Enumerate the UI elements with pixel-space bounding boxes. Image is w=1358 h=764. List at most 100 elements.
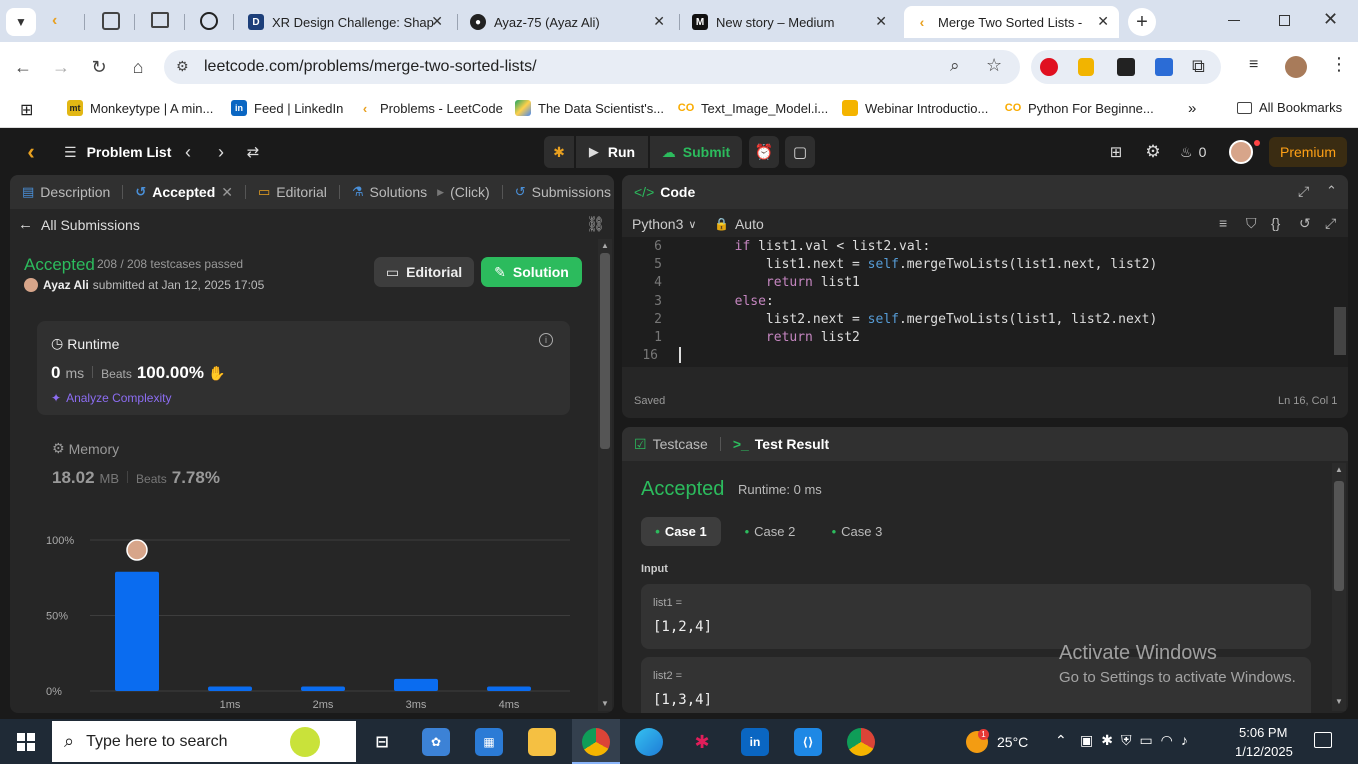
- code-line[interactable]: if list1.val < list2.val:: [672, 239, 931, 254]
- tab-test-result[interactable]: >_ Test Result: [733, 436, 829, 452]
- code-line[interactable]: return list2: [672, 330, 860, 345]
- linkedin-icon[interactable]: in: [741, 728, 769, 756]
- chart-bar[interactable]: [208, 686, 252, 691]
- bookmark-star-icon[interactable]: ☆: [986, 55, 1002, 76]
- problem-list-button[interactable]: ☰ Problem List: [64, 141, 171, 163]
- minimize-icon[interactable]: [1228, 20, 1240, 21]
- scroll-thumb[interactable]: [1334, 481, 1344, 591]
- notifications-icon[interactable]: [1314, 732, 1332, 748]
- bookmark-linkedin[interactable]: in Feed | LinkedIn: [231, 100, 343, 116]
- file-explorer-icon[interactable]: [528, 728, 556, 756]
- notes-icon[interactable]: ▢: [785, 136, 815, 168]
- debug-button[interactable]: ✱: [544, 136, 574, 168]
- tab-medium[interactable]: M New story – Medium ✕: [682, 6, 897, 38]
- pinned-tab-1[interactable]: [102, 12, 120, 30]
- solution-button[interactable]: ✎ Solution: [481, 257, 582, 287]
- code-line[interactable]: return list1: [672, 275, 860, 290]
- chart-bar[interactable]: [487, 686, 531, 691]
- code-line[interactable]: else:: [672, 294, 774, 309]
- store-icon[interactable]: ▦: [475, 728, 503, 756]
- scroll-down-icon[interactable]: ▼: [1335, 697, 1343, 706]
- menu-icon[interactable]: ⋮: [1330, 54, 1348, 75]
- weather-temp[interactable]: 25°C: [997, 734, 1028, 750]
- pinned-tab-leetcode[interactable]: ‹: [52, 12, 70, 30]
- streak-counter[interactable]: ♨ 0: [1180, 141, 1206, 163]
- url-text[interactable]: leetcode.com/problems/merge-two-sorted-l…: [204, 58, 537, 76]
- all-bookmarks[interactable]: All Bookmarks: [1237, 100, 1342, 115]
- taskbar-search-box[interactable]: ⌕ Type here to search: [52, 721, 356, 762]
- next-problem-icon[interactable]: ›: [213, 141, 229, 163]
- chrome-icon[interactable]: [582, 728, 610, 756]
- tab-leetcode-active[interactable]: ‹ Merge Two Sorted Lists - ✕: [904, 6, 1119, 38]
- editorial-button[interactable]: ▭ Editorial: [374, 257, 474, 287]
- close-icon[interactable]: ✕: [221, 184, 233, 201]
- fullscreen-icon[interactable]: ⤢: [1325, 215, 1336, 232]
- vscode-icon[interactable]: ⟨⟩: [794, 728, 822, 756]
- scroll-up-icon[interactable]: ▲: [601, 241, 609, 250]
- scroll-down-icon[interactable]: ▼: [601, 699, 609, 708]
- new-tab-button[interactable]: +: [1128, 8, 1156, 36]
- tab-submissions[interactable]: ↺ Submissions: [515, 184, 611, 200]
- case-tab-1[interactable]: • Case 1: [641, 517, 721, 546]
- case-tab-3[interactable]: • Case 3: [817, 517, 897, 546]
- scroll-thumb[interactable]: [600, 253, 610, 449]
- bookmark-monkeytype[interactable]: mt Monkeytype | A min...: [67, 100, 213, 116]
- tray-icons[interactable]: ▣✱⛨▭◠♪: [1080, 732, 1196, 749]
- window-close-icon[interactable]: ✕: [1323, 9, 1338, 30]
- language-select[interactable]: Python3 ∨: [632, 216, 696, 232]
- tab-solutions[interactable]: ⚗ Solutions: [352, 184, 427, 200]
- share-link-icon[interactable]: ⛓: [586, 215, 605, 233]
- reset-icon[interactable]: ↺: [1299, 215, 1311, 232]
- tab-editorial[interactable]: ▭ Editorial: [258, 184, 327, 200]
- left-scrollbar[interactable]: ▲ ▼: [598, 239, 612, 711]
- analyze-complexity-link[interactable]: ✦ Analyze Complexity: [51, 391, 171, 405]
- edge-icon[interactable]: [635, 728, 663, 756]
- auto-mode[interactable]: 🔒 Auto: [714, 216, 764, 232]
- more-bookmarks-icon[interactable]: »: [1188, 100, 1196, 117]
- premium-button[interactable]: Premium: [1269, 137, 1347, 167]
- timer-icon[interactable]: ⏰: [749, 136, 779, 168]
- settings-icon[interactable]: ⚙: [1143, 141, 1163, 163]
- close-icon[interactable]: ✕: [653, 13, 665, 30]
- prev-problem-icon[interactable]: ‹: [180, 141, 196, 163]
- tab-accepted[interactable]: ↺ Accepted ✕: [135, 184, 233, 201]
- home-icon[interactable]: ⌂: [123, 52, 153, 82]
- zoom-icon[interactable]: ⌕: [950, 56, 960, 76]
- slack-icon[interactable]: ✱: [688, 728, 716, 756]
- collapse-icon[interactable]: ⌃: [1326, 183, 1337, 199]
- close-icon[interactable]: ✕: [875, 13, 887, 30]
- braces-icon[interactable]: {}: [1271, 215, 1280, 231]
- chart-bar[interactable]: [394, 678, 438, 691]
- runtime-card[interactable]: ◷ Runtime i 0 ms Beats 100.00% ✋ ✦ Analy…: [37, 321, 570, 415]
- memory-card[interactable]: ⚙ Memory 18.02 MB Beats 7.78%: [52, 440, 552, 500]
- forward-icon[interactable]: →: [46, 52, 76, 82]
- extension-icon[interactable]: [1155, 58, 1173, 76]
- restore-icon[interactable]: [1279, 15, 1290, 26]
- chart-bar[interactable]: [115, 571, 159, 691]
- chrome-profile-icon[interactable]: [847, 728, 875, 756]
- all-submissions-link[interactable]: ← All Submissions: [18, 216, 140, 233]
- bookmark-icon[interactable]: ⛉: [1246, 215, 1257, 232]
- reload-icon[interactable]: ↻: [84, 52, 114, 82]
- puzzle-icon[interactable]: ⧉: [1192, 56, 1205, 77]
- bookmark-webinar[interactable]: Webinar Introductio...: [842, 100, 988, 116]
- profile-avatar[interactable]: [1285, 56, 1307, 78]
- code-scrollbar[interactable]: [1334, 307, 1346, 355]
- pinned-tab-2[interactable]: [151, 12, 169, 28]
- app-icon[interactable]: ✿: [422, 728, 450, 756]
- case-tab-2[interactable]: • Case 2: [730, 517, 810, 546]
- windows-start-icon[interactable]: [17, 733, 35, 751]
- expand-icon[interactable]: ⤢: [1298, 183, 1309, 200]
- back-icon[interactable]: ←: [8, 52, 38, 82]
- user-name[interactable]: Ayaz Ali: [43, 278, 89, 292]
- site-info-icon[interactable]: ⚙: [176, 58, 189, 75]
- code-line[interactable]: list1.next = self.mergeTwoLists(list1.ne…: [672, 257, 1157, 272]
- user-avatar[interactable]: [1229, 140, 1253, 164]
- extension-icon[interactable]: [1117, 58, 1135, 76]
- info-icon[interactable]: i: [539, 333, 553, 347]
- run-button[interactable]: ▶ Run: [576, 136, 648, 168]
- shuffle-icon[interactable]: ⇄: [243, 141, 263, 163]
- close-icon[interactable]: ✕: [1097, 13, 1109, 30]
- media-icon[interactable]: ≡: [1249, 56, 1258, 74]
- extension-icon[interactable]: [1078, 58, 1094, 76]
